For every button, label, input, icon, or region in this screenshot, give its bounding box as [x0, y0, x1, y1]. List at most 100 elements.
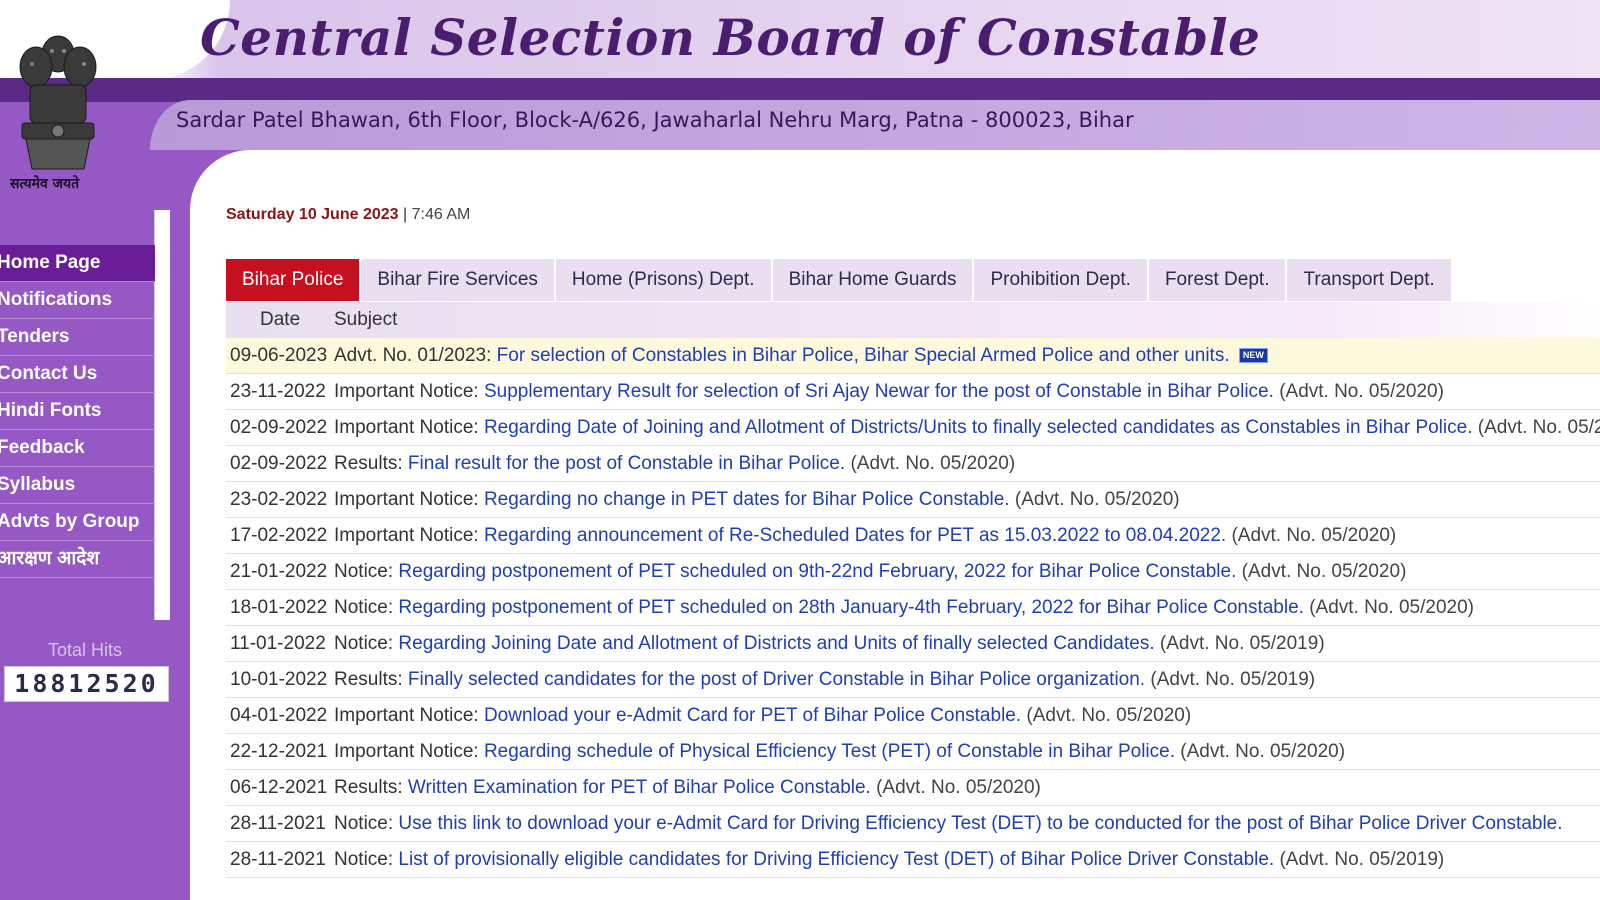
table-row: 09-06-2023 Advt. No. 01/2023: For selecti…	[226, 338, 1600, 374]
notice-category: Important Notice:	[334, 741, 479, 762]
notice-link[interactable]: Regarding schedule of Physical Efficienc…	[484, 741, 1175, 762]
notice-date: 04-01-2022	[230, 705, 328, 726]
column-header-subject: Subject	[334, 309, 398, 330]
table-row: 18-01-2022 Notice: Regarding postponement…	[226, 590, 1600, 626]
notice-date: 11-01-2022	[230, 633, 326, 654]
menu-item-hindi-fonts[interactable]: Hindi Fonts	[0, 393, 155, 430]
notice-date: 22-12-2021	[230, 741, 328, 762]
notice-category: Notice:	[334, 597, 394, 618]
notice-date: 06-12-2021	[230, 777, 328, 798]
notice-date: 02-09-2022	[230, 453, 328, 474]
menu-item-notifications[interactable]: Notifications	[0, 282, 155, 319]
notice-link[interactable]: Finally selected candidates for the post…	[408, 669, 1145, 690]
datetime-separator: |	[403, 206, 408, 223]
menu-item-syllabus[interactable]: Syllabus	[0, 467, 155, 504]
current-datetime: Saturday 10 June 2023 | 7:46 AM	[226, 205, 1600, 235]
notice-advt-ref: (Advt. No. 05/2019)	[1150, 669, 1316, 690]
notice-link[interactable]: List of provisionally eligible candidate…	[398, 849, 1274, 870]
menu-item-home-page[interactable]: Home Page	[0, 245, 155, 282]
table-row: 28-11-2021 Notice: Use this link to downl…	[226, 806, 1600, 842]
notice-date: 09-06-2023	[230, 345, 328, 366]
notice-date: 17-02-2022	[230, 525, 328, 546]
total-hits-counter: 18812520	[4, 666, 169, 702]
notice-link[interactable]: Regarding postponement of PET scheduled …	[398, 561, 1236, 582]
notice-date: 28-11-2021	[230, 813, 326, 834]
total-hits-label: Total Hits	[48, 640, 123, 660]
tab-transport-dept[interactable]: Transport Dept.	[1287, 259, 1451, 301]
notice-advt-ref: (Advt. No. 05/2019)	[1159, 633, 1325, 654]
notice-advt-ref: (Advt. No. 05/2019)	[1279, 849, 1445, 870]
notice-category: Results:	[334, 669, 403, 690]
table-row: 17-02-2022 Important Notice: Regarding an…	[226, 518, 1600, 554]
tab-bihar-home-guards[interactable]: Bihar Home Guards	[772, 259, 973, 301]
current-date: Saturday 10 June 2023	[226, 206, 399, 223]
notice-category: Notice:	[334, 813, 394, 834]
notice-advt-ref: (Advt. No. 05/2020)	[876, 777, 1041, 798]
column-header-date: Date	[260, 309, 301, 330]
tab-bihar-police[interactable]: Bihar Police	[226, 259, 360, 301]
table-row: 10-01-2022 Results: Finally selected cand…	[226, 662, 1600, 698]
notice-advt-ref: (Advt. No. 05/2020)	[1014, 489, 1180, 510]
tab-home-prisons-dept[interactable]: Home (Prisons) Dept.	[555, 259, 771, 301]
notice-advt-ref: (Advt. No. 05/2020)	[1241, 561, 1407, 582]
table-row: 21-01-2022 Notice: Regarding postponement…	[226, 554, 1600, 590]
notice-link[interactable]: Final result for the post of Constable i…	[408, 453, 845, 474]
table-row: 06-12-2021 Results: Written Examination f…	[226, 770, 1600, 806]
notice-advt-ref: (Advt. No. 05/2020)	[1231, 525, 1397, 546]
notice-category: Notice:	[334, 849, 394, 870]
notice-link[interactable]: Download your e-Admit Card for PET of Bi…	[484, 705, 1021, 726]
notices-table: Date Subject 09-06-2023 Advt. No. 01/2023:…	[226, 302, 1600, 878]
tab-forest-dept[interactable]: Forest Dept.	[1148, 259, 1286, 301]
table-header: Date Subject	[226, 302, 1600, 338]
notice-category: Notice:	[334, 561, 394, 582]
notice-advt-ref: (Advt. No. 05/2020)	[1309, 597, 1474, 618]
notice-link[interactable]: Supplementary Result for selection of Sr…	[484, 381, 1274, 402]
menu-item-reservation-order[interactable]: आरक्षण आदेश	[0, 541, 155, 578]
notice-link[interactable]: Regarding no change in PET dates for Bih…	[484, 489, 1010, 510]
notice-advt-ref: (Advt. No. 05/2020)	[1180, 741, 1346, 762]
table-row: 04-01-2022 Important Notice: Download you…	[226, 698, 1600, 734]
notice-category: Notice:	[334, 633, 394, 654]
notice-date: 28-11-2021	[230, 849, 326, 870]
notice-date: 02-09-2022	[230, 417, 328, 438]
notice-category: Important Notice:	[334, 381, 479, 402]
notice-category: Advt. No. 01/2023:	[334, 345, 492, 366]
notice-category: Results:	[334, 777, 403, 798]
notice-link[interactable]: Regarding Joining Date and Allotment of …	[398, 633, 1154, 654]
sidebar-menu: Home Page Notifications Tenders Contact …	[0, 245, 155, 578]
notice-category: Important Notice:	[334, 417, 479, 438]
notice-link[interactable]: Use this link to download your e-Admit C…	[398, 813, 1562, 834]
notice-link[interactable]: Written Examination for PET of Bihar Pol…	[408, 777, 871, 798]
notice-advt-ref: (Advt. No. 05/2020)	[850, 453, 1016, 474]
notice-category: Important Notice:	[334, 525, 479, 546]
notice-category: Important Notice:	[334, 705, 479, 726]
table-row: 22-12-2021 Important Notice: Regarding sc…	[226, 734, 1600, 770]
menu-item-tenders[interactable]: Tenders	[0, 319, 155, 356]
notice-advt-ref: (Advt. No. 05/2020)	[1026, 705, 1192, 726]
notices-list: 09-06-2023 Advt. No. 01/2023: For selecti…	[226, 338, 1600, 878]
notice-date: 23-02-2022	[230, 489, 328, 510]
notice-date: 18-01-2022	[230, 597, 328, 618]
menu-scrollbar[interactable]	[154, 210, 170, 620]
notice-link[interactable]: Regarding Date of Joining and Allotment …	[484, 417, 1473, 438]
table-row: 02-09-2022 Results: Final result for the …	[226, 446, 1600, 482]
notice-date: 10-01-2022	[230, 669, 328, 690]
menu-item-advts-by-group[interactable]: Advts by Group	[0, 504, 155, 541]
tab-bihar-fire-services[interactable]: Bihar Fire Services	[361, 259, 554, 301]
table-row: 11-01-2022 Notice: Regarding Joining Date…	[226, 626, 1600, 662]
menu-item-contact-us[interactable]: Contact Us	[0, 356, 155, 393]
current-time: 7:46 AM	[411, 206, 471, 223]
tab-prohibition-dept[interactable]: Prohibition Dept.	[974, 259, 1147, 301]
notice-link[interactable]: Regarding postponement of PET scheduled …	[398, 597, 1304, 618]
new-badge: NEW	[1238, 348, 1268, 363]
ashoka-emblem-icon	[19, 35, 97, 170]
department-tabs: Bihar Police Bihar Fire Services Home (P…	[226, 259, 1453, 301]
table-row: 02-09-2022 Important Notice: Regarding Da…	[226, 410, 1600, 446]
menu-item-feedback[interactable]: Feedback	[0, 430, 155, 467]
header-divider-band	[0, 78, 1600, 102]
notice-link[interactable]: For selection of Constables in Bihar Pol…	[497, 345, 1230, 366]
table-row: 28-11-2021 Notice: List of provisionally …	[226, 842, 1600, 878]
notice-category: Important Notice:	[334, 489, 479, 510]
emblem-caption: सत्यमेव जयते	[10, 176, 80, 192]
notice-link[interactable]: Regarding announcement of Re-Scheduled D…	[484, 525, 1226, 546]
